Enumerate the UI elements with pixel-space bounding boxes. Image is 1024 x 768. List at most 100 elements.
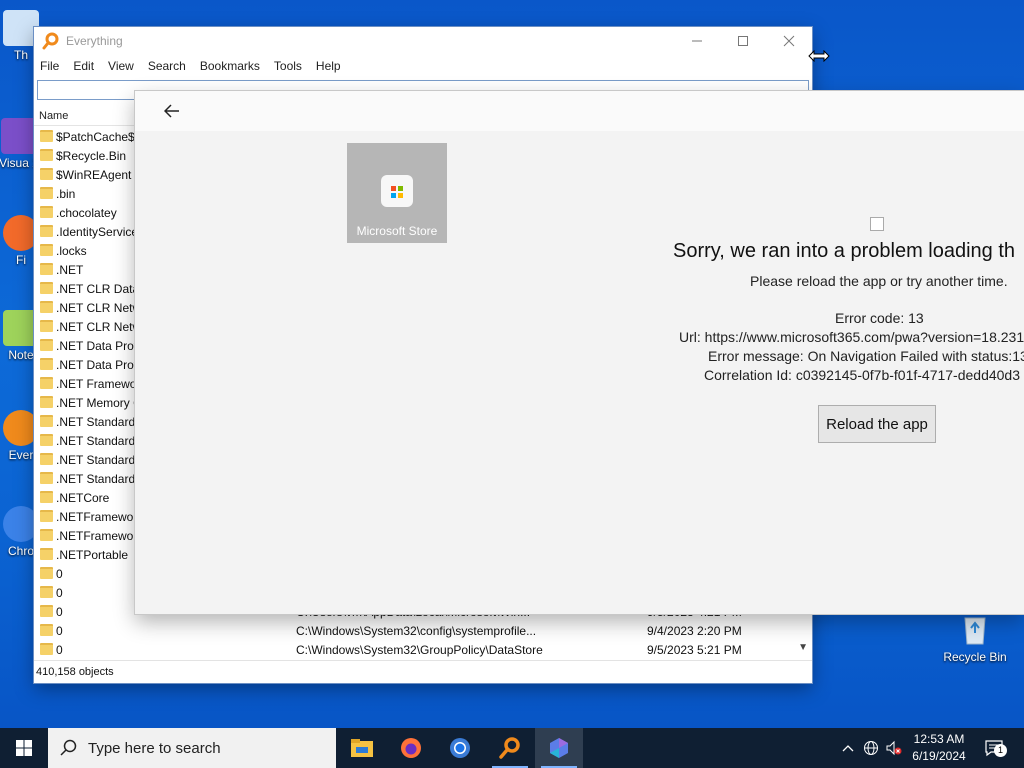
taskbar-clock[interactable]: 12:53 AM 6/19/2024 [904, 731, 974, 765]
clock-time: 12:53 AM [913, 732, 965, 746]
notification-center-button[interactable]: 1 [980, 728, 1008, 768]
row-name: 0 [56, 643, 63, 657]
table-row[interactable]: 0 C:\Windows\System32\GroupPolicy\DataSto… [34, 640, 812, 659]
row-name: 0 [56, 567, 63, 581]
folder-icon [40, 358, 53, 370]
folder-icon [40, 415, 53, 427]
recycle-bin-label: Recycle Bin [943, 650, 1007, 664]
search-icon [60, 739, 77, 756]
taskbar-search-box[interactable]: Type here to search [48, 728, 336, 768]
row-name: .NET Memory C [56, 396, 142, 410]
menu-file[interactable]: File [40, 59, 59, 73]
row-path: C:\Windows\System32\config\systemprofile… [296, 624, 537, 638]
row-name: .NET Data Prov [56, 358, 140, 372]
taskbar-file-explorer[interactable] [338, 728, 386, 768]
row-name: $Recycle.Bin [56, 149, 127, 163]
folder-icon [40, 377, 53, 389]
chrome-icon [450, 738, 470, 758]
row-name: .NET Standard [56, 434, 136, 448]
folder-icon [40, 548, 53, 560]
menu-bar: File Edit View Search Bookmarks Tools He… [34, 55, 812, 77]
window-title: Everything [66, 34, 123, 48]
taskbar-everything[interactable] [486, 728, 534, 768]
store-topbar [135, 91, 1024, 131]
row-name: .NET Standard [56, 453, 136, 467]
windows-logo-icon [16, 740, 32, 756]
broken-image-icon [870, 217, 884, 231]
microsoft-store-bag-icon [381, 175, 413, 207]
folder-icon [40, 149, 53, 161]
row-name: $PatchCache$ [56, 130, 135, 144]
menu-bookmarks[interactable]: Bookmarks [200, 59, 260, 73]
resize-cursor-icon [808, 50, 830, 62]
scroll-down-arrow[interactable]: ▼ [798, 642, 808, 653]
column-header-name[interactable]: Name [39, 110, 68, 122]
row-name: .NET Data Prov [56, 339, 140, 353]
folder-icon [40, 320, 53, 332]
folder-icon [40, 263, 53, 275]
clock-date: 6/19/2024 [912, 749, 966, 763]
show-hidden-icons-button[interactable] [838, 728, 858, 768]
row-name: .NET CLR Netw [56, 301, 142, 315]
everything-app-icon [42, 32, 59, 50]
back-button[interactable] [157, 97, 187, 125]
everything-search-icon [499, 737, 520, 759]
folder-icon [40, 206, 53, 218]
store-error-window: Microsoft Store Sorry, we ran into a pro… [135, 91, 1024, 614]
start-button[interactable] [0, 728, 48, 768]
menu-search[interactable]: Search [148, 59, 186, 73]
recycle-bin-icon [964, 617, 986, 645]
menu-tools[interactable]: Tools [274, 59, 302, 73]
folder-icon [40, 301, 53, 313]
row-name: .chocolatey [56, 206, 117, 220]
menu-view[interactable]: View [108, 59, 134, 73]
error-subtitle: Please reload the app or try another tim… [750, 273, 1008, 289]
reload-app-button[interactable]: Reload the app [818, 405, 936, 443]
globe-network-icon [864, 741, 878, 755]
desktop-icon-recycle-bin[interactable]: Recycle Bin [940, 608, 1010, 664]
row-name: .NET Standard [56, 415, 136, 429]
table-row[interactable]: 0 C:\Windows\System32\config\systemprofil… [34, 621, 812, 640]
close-button[interactable] [766, 27, 812, 55]
firefox-icon [401, 738, 421, 758]
row-name: 0 [56, 586, 63, 600]
everything-titlebar[interactable]: Everything [34, 27, 812, 55]
row-name: $WinREAgent [56, 168, 132, 182]
folder-icon [40, 396, 53, 408]
store-tile-label: Microsoft Store [356, 224, 438, 238]
row-name: .NET CLR Data [56, 282, 140, 296]
taskbar-firefox[interactable] [387, 728, 435, 768]
volume-tray-button[interactable] [883, 728, 905, 768]
row-name: .NETFramework [56, 510, 144, 524]
menu-edit[interactable]: Edit [73, 59, 94, 73]
error-code: Error code: 13 [835, 310, 924, 326]
folder-icon [40, 244, 53, 256]
folder-icon [40, 187, 53, 199]
folder-icon [40, 586, 53, 598]
microsoft-store-tile[interactable]: Microsoft Store [347, 143, 447, 243]
folder-icon [40, 453, 53, 465]
folder-icon [40, 567, 53, 579]
error-message: Error message: On Navigation Failed with… [708, 348, 1024, 364]
minimize-icon [692, 40, 702, 42]
row-date: 9/5/2023 5:21 PM [647, 643, 742, 657]
minimize-button[interactable] [674, 27, 720, 55]
correlation-id: Correlation Id: c0392145-0f7b-f01f-4717-… [704, 367, 1021, 383]
folder-icon [40, 168, 53, 180]
folder-icon [40, 510, 53, 522]
row-date: 9/4/2023 2:20 PM [647, 624, 742, 638]
folder-icon [40, 282, 53, 294]
object-count: 410,158 objects [36, 666, 114, 678]
folder-icon [40, 624, 53, 636]
row-name: .IdentityService [56, 225, 139, 239]
taskbar-microsoft-365[interactable] [535, 728, 583, 768]
folder-icon [40, 529, 53, 541]
error-url: Url: https://www.microsoft365.com/pwa?ve… [679, 329, 1024, 345]
maximize-button[interactable] [720, 27, 766, 55]
network-tray-button[interactable] [860, 728, 882, 768]
file-explorer-icon [351, 739, 373, 757]
folder-icon [40, 643, 53, 655]
menu-help[interactable]: Help [316, 59, 341, 73]
status-bar: 410,158 objects [34, 660, 812, 683]
taskbar-chrome[interactable] [436, 728, 484, 768]
